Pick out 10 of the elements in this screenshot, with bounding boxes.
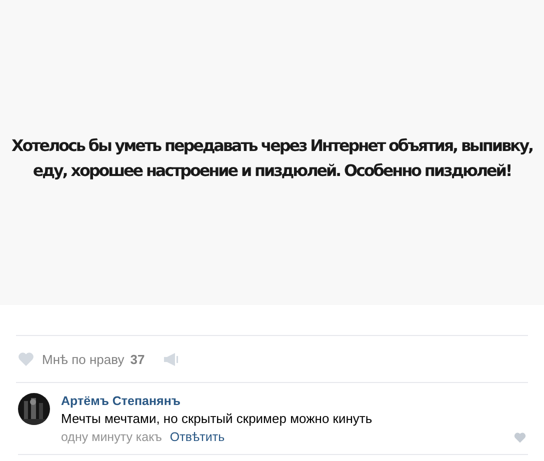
- quote-text: еду, хорошее настроение и пиздюлей. Особенно пиздюлей!: [32, 160, 512, 180]
- heart-icon[interactable]: [514, 432, 526, 442]
- comment-text: Мечты мечтами, но скрытый скример можно кинуть: [61, 410, 374, 428]
- heart-icon[interactable]: [18, 352, 34, 366]
- author-name[interactable]: Артёмъ Степанянъ: [61, 393, 528, 410]
- reply-link[interactable]: Отвѣтить: [170, 428, 225, 446]
- like-label[interactable]: Мнѣ по нраву: [42, 352, 124, 366]
- quote-text: Хотелось бы уметь передавать через Интернет объятия, выпивку,: [11, 136, 533, 154]
- like-count: 37: [130, 352, 145, 366]
- megaphone-icon[interactable]: [162, 352, 179, 366]
